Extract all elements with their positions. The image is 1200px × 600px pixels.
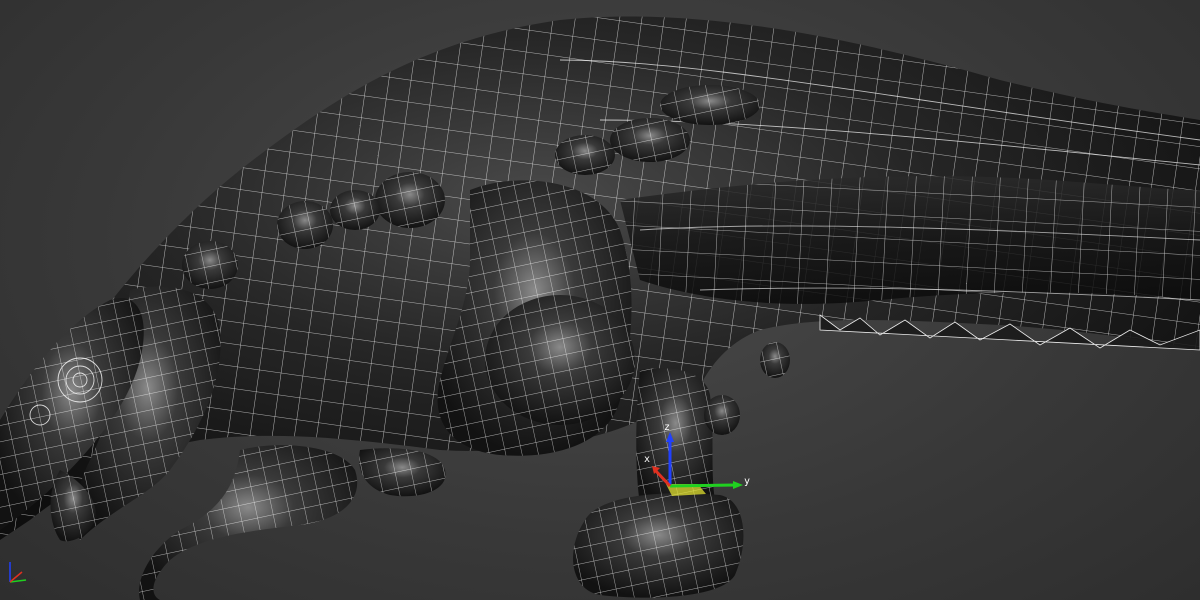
gizmo-y-axis[interactable] — [669, 483, 736, 488]
view-axis-tripod — [9, 562, 27, 583]
gizmo-y-label: y — [744, 476, 750, 487]
wireframe-scene[interactable]: z y x — [0, 0, 1200, 600]
gizmo-z-label: z — [664, 422, 670, 433]
viewport-3d[interactable]: z y x — [0, 0, 1200, 600]
gizmo-x-label: x — [644, 454, 650, 465]
